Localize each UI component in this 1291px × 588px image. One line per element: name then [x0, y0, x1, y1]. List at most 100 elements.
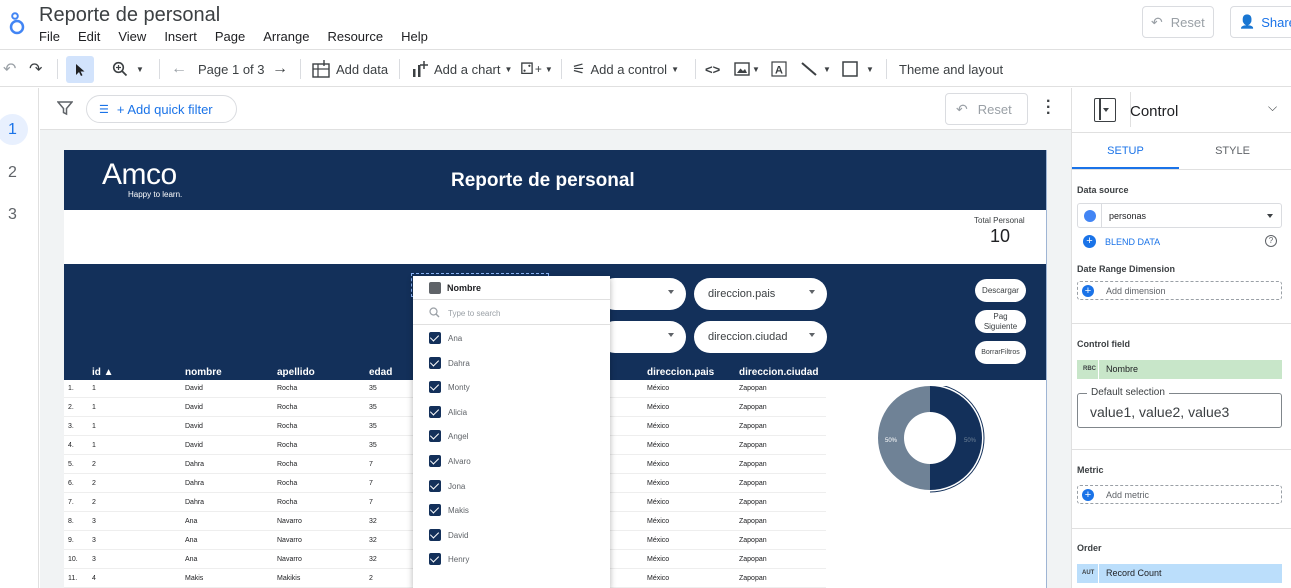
reset-button[interactable]: ↶ Reset: [1142, 6, 1214, 38]
col-header-nombre[interactable]: nombre: [185, 367, 222, 378]
borrar-filtros-button[interactable]: BorrarFiltros: [975, 341, 1026, 364]
dropdown-option[interactable]: Henry: [429, 553, 599, 569]
filter-lines-icon: ☰: [99, 103, 109, 116]
theme-layout-button[interactable]: Theme and layout: [899, 51, 1003, 87]
line-icon[interactable]: ▼: [800, 51, 831, 87]
chevron-down-icon[interactable]: ⌵: [1268, 100, 1277, 115]
select-all-row[interactable]: Nombre: [413, 276, 610, 300]
add-chart-button[interactable]: Add a chart ▼: [411, 51, 512, 87]
menu-edit[interactable]: Edit: [78, 29, 100, 44]
col-header-id[interactable]: id ▲: [92, 367, 114, 378]
ciudad-filter[interactable]: direccion.ciudad: [694, 321, 827, 353]
dropdown-option[interactable]: Alicia: [429, 405, 599, 422]
menu-insert[interactable]: Insert: [164, 29, 197, 44]
checkbox-checked-icon[interactable]: [429, 381, 441, 394]
looker-studio-logo-icon[interactable]: [8, 10, 26, 36]
toolbar-divider: [399, 59, 400, 79]
add-control-button[interactable]: ⚟ Add a control ▼: [572, 51, 679, 87]
menu-arrange[interactable]: Arrange: [263, 29, 309, 44]
select-all-checkbox[interactable]: [429, 282, 441, 294]
help-icon[interactable]: ?: [1265, 235, 1277, 247]
col-header-edad[interactable]: edad: [369, 367, 392, 378]
add-component-icon[interactable]: ⚁ + ▼: [520, 51, 553, 87]
filter-dropdown-hidden[interactable]: [599, 278, 686, 310]
col-header-pais[interactable]: direccion.pais: [647, 367, 714, 378]
redo-icon[interactable]: ↷: [29, 51, 42, 87]
zoom-icon[interactable]: ▼: [112, 51, 144, 87]
dropdown-option[interactable]: Ana: [429, 332, 599, 348]
undo-icon[interactable]: ↶: [3, 51, 16, 87]
add-dimension-slot[interactable]: + Add dimension: [1077, 281, 1282, 300]
filter-reset-button[interactable]: ↶ Reset: [945, 93, 1028, 125]
more-vert-icon[interactable]: · · ·: [1046, 94, 1052, 122]
checkbox-checked-icon[interactable]: [429, 455, 441, 467]
add-quick-filter-button[interactable]: ☰ + Add quick filter: [86, 95, 237, 123]
data-source-select[interactable]: personas: [1077, 203, 1282, 228]
checkbox-checked-icon[interactable]: [429, 405, 441, 418]
next-page-icon[interactable]: →: [272, 51, 288, 87]
dropdown-option[interactable]: Dahra: [429, 356, 599, 373]
page-2-tab[interactable]: 2: [0, 157, 28, 188]
menu-view[interactable]: View: [118, 29, 146, 44]
checkbox-checked-icon[interactable]: [429, 504, 441, 517]
dropdown-option[interactable]: Angel: [429, 430, 599, 446]
blend-data-link[interactable]: BLEND DATA: [1105, 237, 1160, 247]
cell-nombre: Ana: [185, 518, 198, 525]
donut-chart[interactable]: 50% 50%: [878, 386, 986, 494]
pais-filter[interactable]: direccion.pais: [694, 278, 827, 310]
tab-setup[interactable]: SETUP: [1072, 133, 1179, 169]
menu-resource[interactable]: Resource: [327, 29, 383, 44]
cell-id: 1: [92, 385, 96, 392]
select-pointer-icon[interactable]: [66, 56, 94, 83]
col-header-apellido[interactable]: apellido: [277, 367, 315, 378]
cell-ciudad: Zapopan: [739, 442, 767, 449]
checkbox-checked-icon[interactable]: [429, 553, 441, 566]
prev-page-icon[interactable]: ←: [171, 51, 187, 87]
tab-style[interactable]: STYLE: [1179, 133, 1286, 169]
blend-plus-icon[interactable]: +: [1083, 235, 1096, 248]
share-button[interactable]: 👤 Share: [1230, 6, 1291, 38]
shape-icon[interactable]: ▼: [842, 51, 874, 87]
embed-code-icon[interactable]: <>: [705, 51, 720, 87]
number-type-icon: AUT: [1082, 570, 1095, 576]
page-3-tab[interactable]: 3: [0, 199, 28, 230]
menu-page[interactable]: Page: [215, 29, 245, 44]
checkbox-checked-icon[interactable]: [429, 479, 441, 492]
default-selection-field[interactable]: value1, value2, value3: [1077, 393, 1282, 428]
dropdown-option-label: Alvaro: [448, 457, 471, 466]
dropdown-option[interactable]: Makis: [429, 504, 599, 520]
dropdown-option[interactable]: Monty: [429, 381, 599, 397]
pag-siguiente-button[interactable]: Pag Siguiente: [975, 310, 1026, 333]
text-box-icon[interactable]: A: [771, 51, 787, 87]
checkbox-checked-icon[interactable]: [429, 356, 441, 369]
cell-nombre: Dahra: [185, 499, 205, 506]
dropdown-option-label: Alicia: [448, 407, 468, 417]
menu-help[interactable]: Help: [401, 29, 428, 44]
amco-tagline: Happy to learn.: [128, 190, 183, 199]
control-field-chip[interactable]: RBC Nombre: [1077, 360, 1282, 379]
checkbox-checked-icon[interactable]: [429, 430, 441, 443]
add-metric-slot[interactable]: + Add metric: [1077, 485, 1282, 504]
dropdown-option[interactable]: Jona: [429, 479, 599, 496]
dropdown-option[interactable]: Alvaro: [429, 455, 599, 471]
cell-edad: 2: [369, 575, 373, 582]
filter-dropdown-hidden-2[interactable]: [599, 321, 686, 353]
plus-icon: +: [1082, 489, 1094, 501]
add-data-button[interactable]: Add data: [312, 51, 388, 87]
dropdown-option[interactable]: David: [429, 528, 599, 545]
checkbox-checked-icon[interactable]: [429, 528, 441, 541]
image-icon[interactable]: ▼: [734, 51, 760, 87]
cell-apellido: Rocha: [277, 480, 298, 487]
cell-id: 1: [92, 404, 96, 411]
page-1-tab[interactable]: 1: [0, 114, 28, 145]
col-header-ciudad[interactable]: direccion.ciudad: [739, 367, 818, 378]
control-icon: ⚟: [572, 61, 586, 78]
menu-file[interactable]: File: [39, 29, 60, 44]
filter-icon[interactable]: [57, 100, 73, 116]
report-title[interactable]: Reporte de personal: [39, 4, 220, 27]
order-field-chip[interactable]: AUT Record Count: [1077, 564, 1282, 583]
row-number: 11.: [68, 575, 78, 582]
checkbox-checked-icon[interactable]: [429, 332, 441, 344]
descargar-button[interactable]: Descargar: [975, 279, 1026, 302]
dropdown-search-row[interactable]: Type to search: [413, 301, 610, 325]
